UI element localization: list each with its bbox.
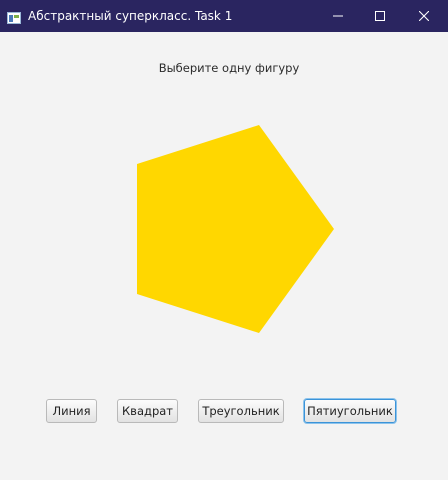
close-button[interactable] [400, 0, 448, 32]
title-bar: Абстрактный суперкласс. Task 1 [0, 0, 448, 32]
app-icon [7, 9, 21, 24]
line-button[interactable]: Линия [46, 399, 97, 423]
content-pane: Выберите одну фигуру Линия Квадрат Треуг… [0, 32, 448, 480]
maximize-icon [375, 11, 385, 21]
close-icon [419, 11, 429, 21]
minimize-button[interactable] [316, 0, 360, 32]
square-button[interactable]: Квадрат [117, 399, 178, 423]
pentagon-shape [137, 125, 334, 333]
triangle-button[interactable]: Треугольник [198, 399, 284, 423]
maximize-button[interactable] [358, 0, 402, 32]
minimize-icon [333, 11, 343, 21]
window-title: Абстрактный суперкласс. Task 1 [28, 9, 233, 23]
pentagon-button[interactable]: Пятиугольник [304, 399, 396, 423]
